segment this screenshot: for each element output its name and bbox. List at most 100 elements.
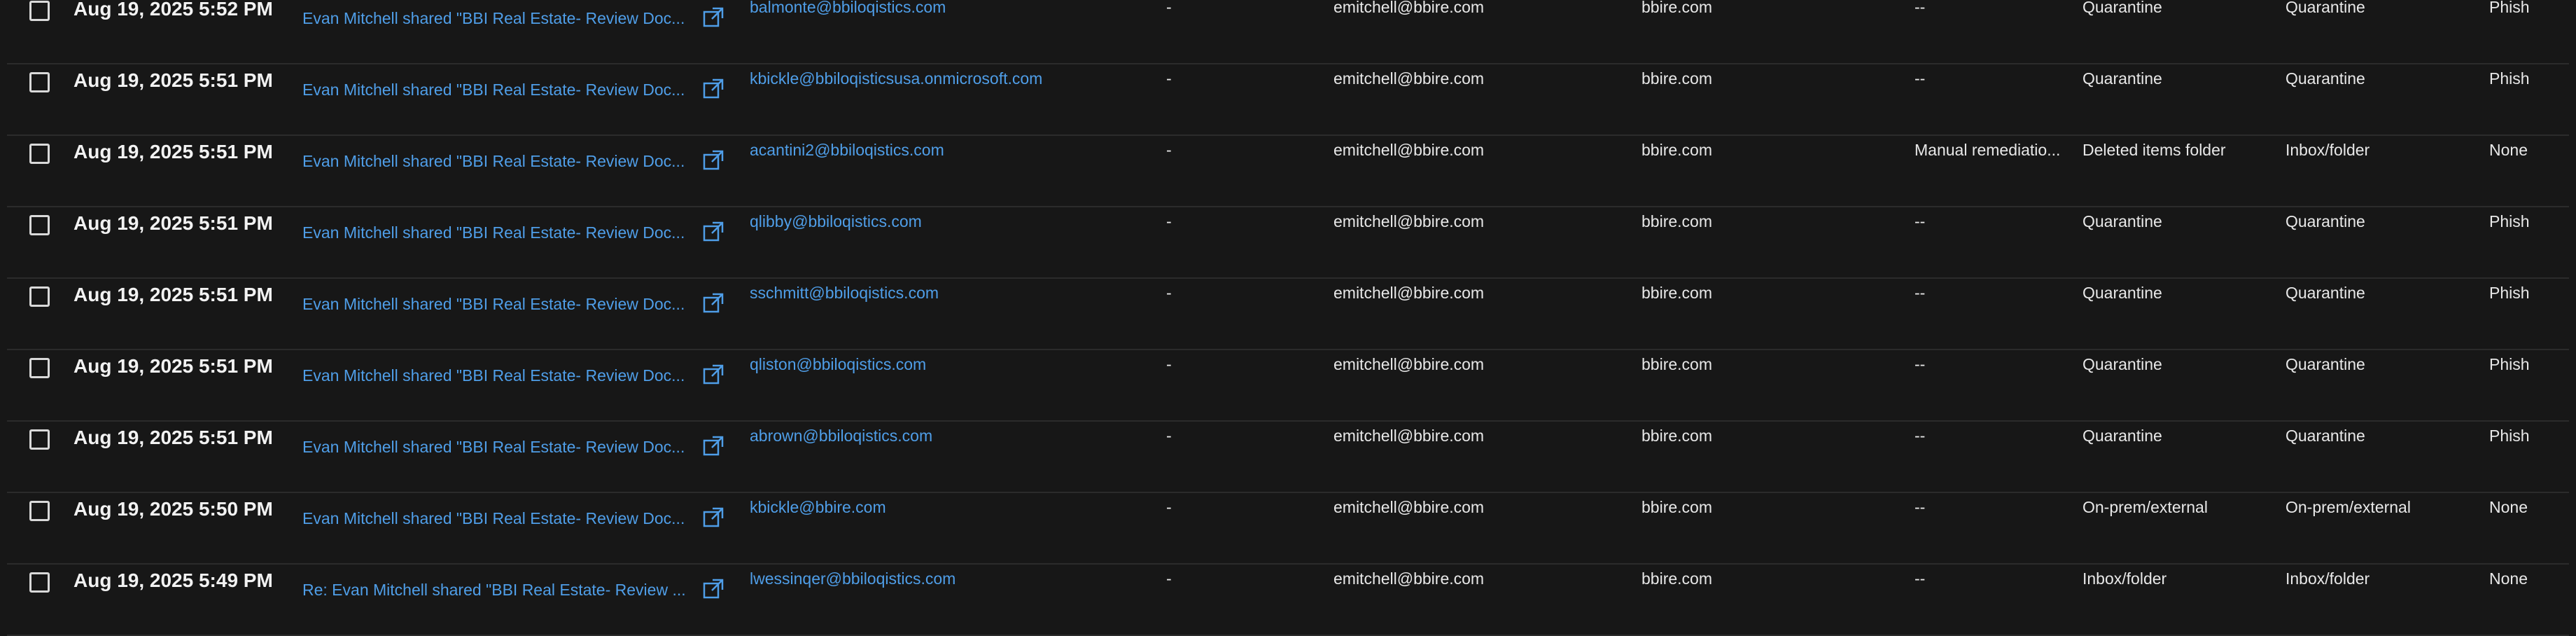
- subject-link[interactable]: Evan Mitchell shared "BBI Real Estate- R…: [302, 438, 692, 457]
- recipient-link[interactable]: kbickle@bbiloqisticsusa.onmicrosoft.com: [750, 69, 1114, 88]
- recipient-link[interactable]: acantini2@bbiloqistics.com: [750, 141, 1114, 160]
- subject-link[interactable]: Evan Mitchell shared "BBI Real Estate- R…: [302, 223, 692, 242]
- date-cell: Aug 19, 2025 5:51 PM: [74, 212, 273, 234]
- table-row[interactable]: Aug 19, 2025 5:51 PM Evan Mitchell share…: [7, 350, 2569, 422]
- table-row[interactable]: Aug 19, 2025 5:51 PM Evan Mitchell share…: [7, 64, 2569, 136]
- recipient-link[interactable]: sschmitt@bbiloqistics.com: [750, 284, 1114, 303]
- recipient-link[interactable]: balmonte@bbiloqistics.com: [750, 0, 1114, 17]
- table-row[interactable]: Aug 19, 2025 5:51 PM Evan Mitchell share…: [7, 135, 2569, 207]
- threat-cell: None: [2489, 569, 2528, 588]
- row-select-checkbox[interactable]: [29, 144, 50, 164]
- open-in-new-window-icon[interactable]: [701, 6, 725, 29]
- sender-cell: emitchell@bbire.com: [1334, 69, 1485, 88]
- remediation-cell: --: [1914, 355, 1926, 373]
- sender-cell: emitchell@bbire.com: [1334, 569, 1485, 588]
- subject-link[interactable]: Evan Mitchell shared "BBI Real Estate- R…: [302, 81, 692, 99]
- sender-domain-cell: bbire.com: [1642, 141, 1712, 159]
- table-row[interactable]: Aug 19, 2025 5:49 PM Re: Evan Mitchell s…: [7, 564, 2569, 636]
- dash-cell: -: [1166, 141, 1172, 159]
- remediation-cell: --: [1914, 569, 1926, 588]
- latest-location-cell: Quarantine: [2082, 0, 2162, 16]
- sender-domain-cell: bbire.com: [1642, 0, 1712, 16]
- original-location-cell: Quarantine: [2286, 0, 2365, 16]
- sender-cell: emitchell@bbire.com: [1334, 355, 1485, 373]
- sender-domain-cell: bbire.com: [1642, 498, 1712, 516]
- open-in-new-window-icon[interactable]: [701, 291, 725, 315]
- table-row[interactable]: Aug 19, 2025 5:51 PM Evan Mitchell share…: [7, 278, 2569, 350]
- recipient-link[interactable]: qliston@bbiloqistics.com: [750, 355, 1114, 374]
- row-select-checkbox[interactable]: [29, 72, 50, 92]
- sender-domain-cell: bbire.com: [1642, 355, 1712, 373]
- table-row[interactable]: Aug 19, 2025 5:50 PM Evan Mitchell share…: [7, 492, 2569, 565]
- latest-location-cell: Quarantine: [2082, 69, 2162, 88]
- date-cell: Aug 19, 2025 5:51 PM: [74, 355, 273, 377]
- remediation-cell: --: [1914, 69, 1926, 88]
- dash-cell: -: [1166, 212, 1172, 230]
- remediation-cell: Manual remediatio...: [1914, 141, 2061, 159]
- row-select-checkbox[interactable]: [29, 501, 50, 521]
- sender-cell: emitchell@bbire.com: [1334, 498, 1485, 516]
- sender-cell: emitchell@bbire.com: [1334, 284, 1485, 302]
- remediation-cell: --: [1914, 498, 1926, 516]
- dash-cell: -: [1166, 284, 1172, 302]
- remediation-cell: --: [1914, 284, 1926, 302]
- table-row[interactable]: Aug 19, 2025 5:52 PM Evan Mitchell share…: [7, 0, 2569, 64]
- subject-link[interactable]: Evan Mitchell shared "BBI Real Estate- R…: [302, 152, 692, 171]
- row-select-checkbox[interactable]: [29, 286, 50, 307]
- open-in-new-window-icon[interactable]: [701, 77, 725, 101]
- original-location-cell: Quarantine: [2286, 284, 2365, 302]
- open-in-new-window-icon[interactable]: [701, 148, 725, 172]
- latest-location-cell: On-prem/external: [2082, 498, 2208, 516]
- open-in-new-window-icon[interactable]: [701, 434, 725, 458]
- subject-link[interactable]: Evan Mitchell shared "BBI Real Estate- R…: [302, 9, 692, 28]
- subject-link[interactable]: Evan Mitchell shared "BBI Real Estate- R…: [302, 295, 692, 314]
- row-select-checkbox[interactable]: [29, 572, 50, 593]
- row-select-checkbox[interactable]: [29, 358, 50, 378]
- row-select-checkbox[interactable]: [29, 215, 50, 235]
- sender-cell: emitchell@bbire.com: [1334, 427, 1485, 445]
- email-results-grid: Aug 19, 2025 5:52 PM Evan Mitchell share…: [0, 0, 2576, 636]
- subject-link[interactable]: Evan Mitchell shared "BBI Real Estate- R…: [302, 366, 692, 385]
- open-in-new-window-icon[interactable]: [701, 577, 725, 601]
- recipient-link[interactable]: lwessinqer@bbiloqistics.com: [750, 569, 1114, 588]
- recipient-link[interactable]: abrown@bbiloqistics.com: [750, 427, 1114, 445]
- open-in-new-window-icon[interactable]: [701, 220, 725, 244]
- remediation-cell: --: [1914, 212, 1926, 230]
- original-location-cell: Quarantine: [2286, 427, 2365, 445]
- dash-cell: -: [1166, 569, 1172, 588]
- threat-cell: None: [2489, 498, 2528, 516]
- remediation-cell: --: [1914, 427, 1926, 445]
- sender-cell: emitchell@bbire.com: [1334, 212, 1485, 230]
- dash-cell: -: [1166, 0, 1172, 16]
- row-select-checkbox[interactable]: [29, 1, 50, 21]
- threat-cell: Phish: [2489, 212, 2530, 230]
- date-cell: Aug 19, 2025 5:49 PM: [74, 569, 273, 591]
- table-row[interactable]: Aug 19, 2025 5:51 PM Evan Mitchell share…: [7, 421, 2569, 493]
- date-cell: Aug 19, 2025 5:52 PM: [74, 0, 273, 20]
- threat-cell: None: [2489, 141, 2528, 159]
- open-in-new-window-icon[interactable]: [701, 363, 725, 387]
- original-location-cell: Quarantine: [2286, 355, 2365, 373]
- threat-cell: Phish: [2489, 0, 2530, 16]
- threat-cell: Phish: [2489, 355, 2530, 373]
- dash-cell: -: [1166, 498, 1172, 516]
- open-in-new-window-icon[interactable]: [701, 506, 725, 530]
- recipient-link[interactable]: qlibby@bbiloqistics.com: [750, 212, 1114, 231]
- original-location-cell: Inbox/folder: [2286, 569, 2370, 588]
- sender-domain-cell: bbire.com: [1642, 427, 1712, 445]
- sender-domain-cell: bbire.com: [1642, 569, 1712, 588]
- recipient-link[interactable]: kbickle@bbire.com: [750, 498, 1114, 517]
- sender-cell: emitchell@bbire.com: [1334, 141, 1485, 159]
- subject-link[interactable]: Evan Mitchell shared "BBI Real Estate- R…: [302, 509, 692, 528]
- latest-location-cell: Quarantine: [2082, 355, 2162, 373]
- threat-cell: Phish: [2489, 427, 2530, 445]
- latest-location-cell: Deleted items folder: [2082, 141, 2226, 159]
- original-location-cell: Inbox/folder: [2286, 141, 2370, 159]
- subject-link[interactable]: Re: Evan Mitchell shared "BBI Real Estat…: [302, 581, 692, 600]
- sender-cell: emitchell@bbire.com: [1334, 0, 1485, 16]
- latest-location-cell: Inbox/folder: [2082, 569, 2167, 588]
- table-row[interactable]: Aug 19, 2025 5:51 PM Evan Mitchell share…: [7, 207, 2569, 279]
- row-select-checkbox[interactable]: [29, 429, 50, 450]
- date-cell: Aug 19, 2025 5:51 PM: [74, 69, 273, 91]
- date-cell: Aug 19, 2025 5:51 PM: [74, 141, 273, 163]
